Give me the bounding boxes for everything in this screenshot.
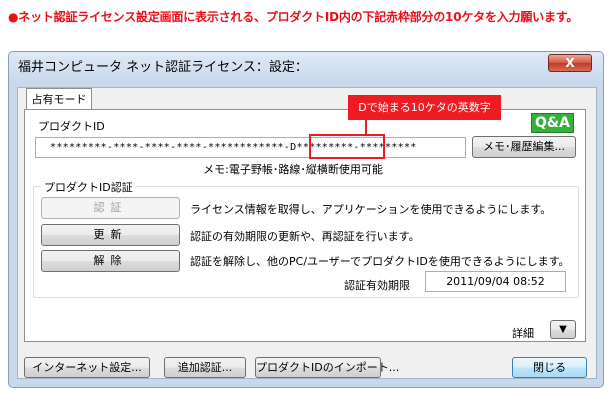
memo-text: メモ:電子野帳･路線･縦横断使用可能 [203, 163, 383, 176]
window-close-button[interactable]: X [548, 54, 592, 72]
authenticate-button[interactable]: 認証 [41, 197, 180, 219]
import-product-id-button[interactable]: プロダクトIDのインポート... [255, 357, 399, 378]
renew-description: 認証の有効期限の更新や、再認証を行います。 [190, 230, 420, 243]
release-button[interactable]: 解除 [41, 250, 180, 272]
instruction-text: ●ネット認証ライセンス設定画面に表示される、プロダクトID内の下記赤枠部分の10… [8, 10, 579, 24]
memo-history-edit-button[interactable]: メモ･履歴編集... [472, 136, 576, 158]
expiry-label: 認証有効期限 [344, 279, 410, 292]
detail-label: 詳細 [512, 327, 534, 340]
close-icon: X [565, 56, 575, 70]
callout-pointer [365, 120, 367, 135]
expiry-value-field: 2011/09/04 08:52 [425, 271, 566, 292]
window-title: 福井コンピュータ ネット認証ライセンス：設定： [18, 60, 308, 75]
auth-group-label: プロダクトID認証 [41, 179, 136, 195]
tab-exclusive-mode[interactable]: 占有モード [26, 88, 92, 110]
product-id-highlight-box [309, 134, 385, 159]
release-description: 認証を解除し、他のPC/ユーザーでプロダクトIDを使用できるようにします。 [190, 255, 570, 268]
callout-annotation: Dで始まる10ケタの英数字 [348, 95, 501, 120]
qa-button[interactable]: Q&A [531, 113, 574, 133]
internet-settings-button[interactable]: インターネット設定... [24, 357, 150, 378]
product-id-field[interactable]: *********-****-****-****-************-D*… [35, 137, 466, 158]
renew-button[interactable]: 更新 [41, 224, 180, 246]
close-button[interactable]: 閉じる [512, 357, 587, 378]
add-auth-button[interactable]: 追加認証... [164, 357, 246, 378]
detail-toggle-button[interactable]: ▼ [550, 320, 576, 339]
triangle-down-icon: ▼ [559, 324, 567, 335]
authenticate-description: ライセンス情報を取得し、アプリケーションを使用できるようにします。 [190, 203, 552, 216]
product-id-label: プロダクトID [38, 120, 105, 133]
